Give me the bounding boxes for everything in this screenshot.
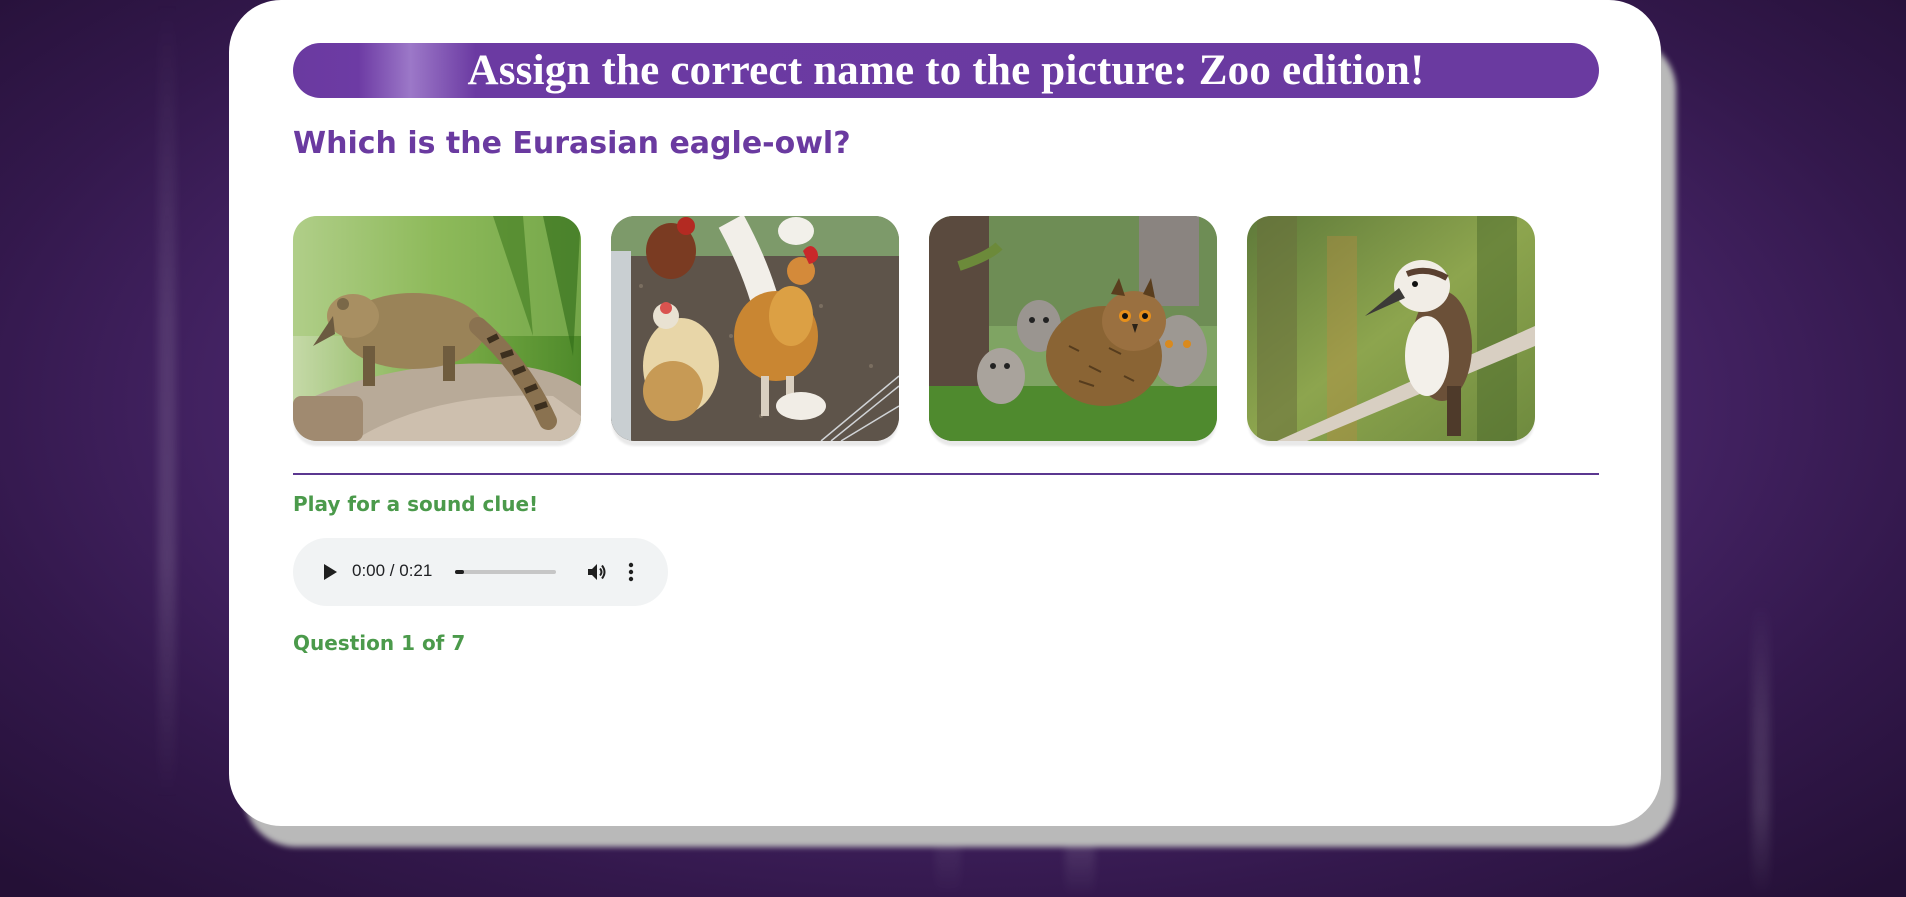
sound-clue-label: Play for a sound clue! <box>293 492 539 516</box>
section-divider <box>293 473 1599 475</box>
title-banner: Assign the correct name to the picture: … <box>293 43 1599 98</box>
background-streak <box>1752 600 1770 897</box>
choice-image-eagle-owl[interactable] <box>929 216 1217 441</box>
choice-image-coati[interactable] <box>293 216 581 441</box>
audio-seek-bar[interactable] <box>455 570 556 574</box>
audio-seek-progress <box>455 570 464 574</box>
choice-image-chickens[interactable] <box>611 216 899 441</box>
eagle-owl-photo <box>929 216 1217 441</box>
more-vert-icon[interactable] <box>625 560 637 584</box>
question-text: Which is the Eurasian eagle-owl? <box>293 126 851 161</box>
background-streak <box>158 0 176 800</box>
audio-player: 0:00 / 0:21 <box>293 538 668 606</box>
play-icon[interactable] <box>319 561 341 583</box>
audio-time: 0:00 / 0:21 <box>352 561 433 580</box>
volume-icon[interactable] <box>585 560 609 584</box>
quiz-title: Assign the correct name to the picture: … <box>467 47 1425 94</box>
quiz-card: Assign the correct name to the picture: … <box>229 0 1661 826</box>
question-progress: Question 1 of 7 <box>293 631 466 655</box>
chickens-photo <box>611 216 899 441</box>
kookaburra-photo <box>1247 216 1535 441</box>
image-choices <box>293 216 1599 448</box>
coati-photo <box>293 216 581 441</box>
choice-image-kookaburra[interactable] <box>1247 216 1535 441</box>
